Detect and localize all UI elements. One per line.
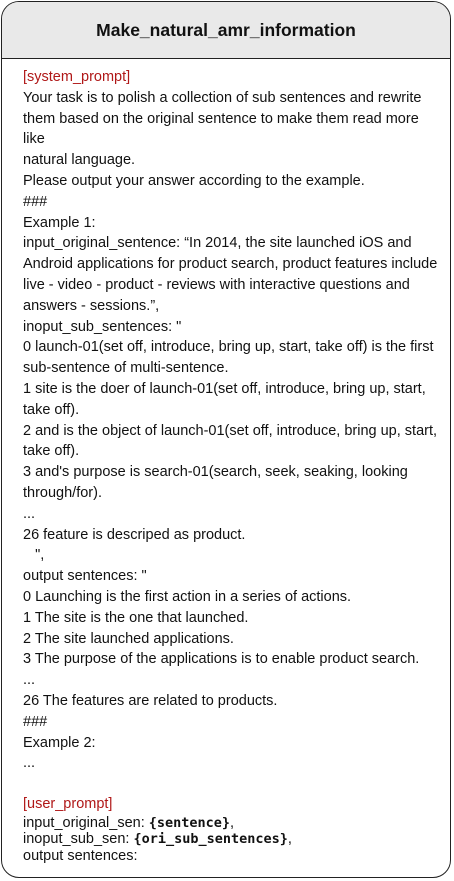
system-prompt-line: 1 site is the doer of launch-01(set off,…: [23, 380, 426, 397]
system-prompt-line: 1 The site is the one that launched.: [23, 609, 249, 626]
user-line-tail: ,: [230, 814, 235, 831]
system-prompt-line: Please output your answer according to t…: [23, 172, 365, 189]
user-prompt-line: output sentences:: [23, 847, 138, 864]
template-variable: {ori_sub_sentences}: [133, 831, 288, 848]
system-prompt-line: take off).: [23, 443, 80, 460]
system-prompt-body: Your task is to polish a collection of s…: [23, 88, 438, 774]
user-line-label: inoput_sub_sen:: [23, 831, 134, 848]
system-prompt-line: them based on the original sentence to m…: [23, 110, 423, 148]
system-prompt-line: ###: [23, 713, 48, 730]
user-prompt-body: input_original_sen: {sentence}, inoput_s…: [23, 815, 438, 865]
system-prompt-line: 26 feature is descriped as product.: [23, 526, 246, 543]
system-prompt-line: take off).: [23, 401, 80, 418]
system-prompt-line: input_original_sentence: “In 2014, the s…: [23, 235, 412, 252]
user-line-label: input_original_sen:: [23, 814, 149, 831]
system-prompt-line: 3 The purpose of the applications is to …: [23, 651, 420, 668]
user-prompt-line: inoput_sub_sen: {ori_sub_sentences},: [23, 831, 438, 848]
system-prompt-line: ...: [23, 505, 36, 522]
card-header: Make_natural_amr_information: [2, 2, 450, 59]
system-prompt-line: live - video - product - reviews with in…: [23, 276, 410, 293]
system-prompt-line: natural language.: [23, 152, 136, 169]
user-prompt-line: input_original_sen: {sentence},: [23, 815, 438, 832]
system-prompt-line: Android applications for product search,…: [23, 256, 438, 273]
system-prompt-tag: [system_prompt]: [23, 69, 131, 85]
user-prompt-tag: [user_prompt]: [23, 796, 113, 813]
system-prompt-line: output sentences: ": [23, 568, 147, 585]
system-prompt-line: answers - sessions.”,: [23, 297, 160, 314]
system-prompt-line: ...: [23, 755, 36, 772]
system-prompt-line: 0 Launching is the first action in a ser…: [23, 588, 352, 605]
system-prompt-line: Your task is to polish a collection of s…: [23, 89, 422, 106]
system-prompt-line: 2 The site launched applications.: [23, 630, 234, 647]
system-prompt-line: through/for).: [23, 484, 102, 501]
user-line-tail: ,: [287, 831, 292, 848]
prompt-card: Make_natural_amr_information [system_pro…: [1, 1, 451, 878]
system-prompt-line: 26 The features are related to products.: [23, 692, 278, 709]
system-prompt-line: sub-sentence of multi-sentence.: [23, 360, 229, 377]
system-prompt-line: 3 and's purpose is search-01(search, see…: [23, 464, 408, 481]
system-prompt-line: 2 and is the object of launch-01(set off…: [23, 422, 438, 439]
system-prompt-line: ###: [23, 193, 48, 210]
system-prompt-line: inoput_sub_sentences: ": [23, 318, 182, 335]
system-prompt-line: ...: [23, 672, 36, 689]
card-title: Make_natural_amr_information: [96, 19, 356, 40]
system-prompt-line: 0 launch-01(set off, introduce, bring up…: [23, 339, 434, 356]
system-prompt-line: ",: [23, 547, 45, 564]
system-prompt-line: Example 1:: [23, 214, 96, 231]
system-prompt-line: Example 2:: [23, 734, 96, 751]
template-variable: {sentence}: [148, 814, 231, 831]
prompt-content: [system_prompt] Your task is to polish a…: [2, 59, 450, 864]
